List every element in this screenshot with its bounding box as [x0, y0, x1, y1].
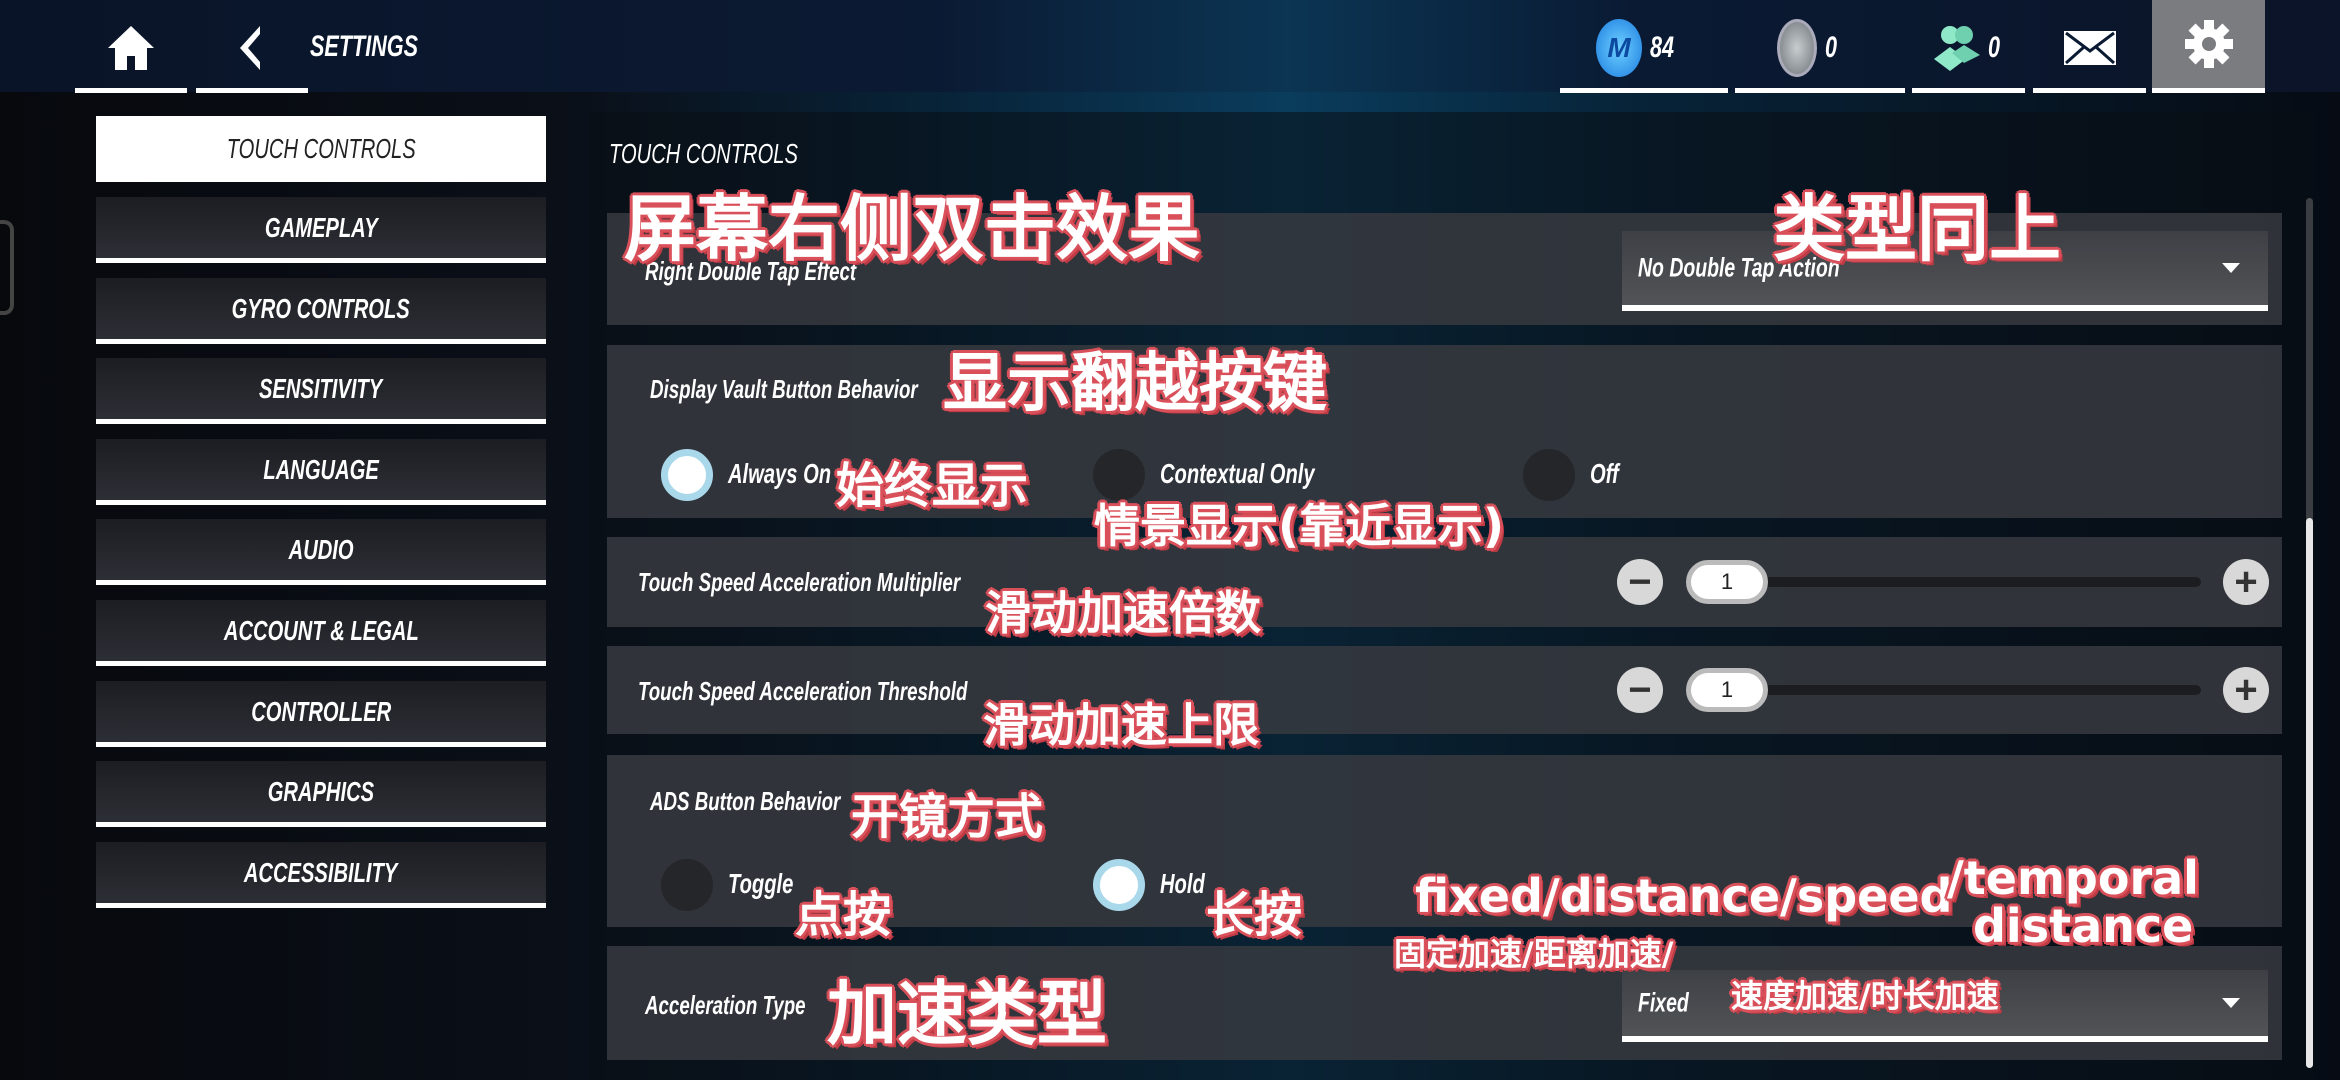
back-button[interactable] [196, 10, 308, 85]
annotation: 始终显示 [836, 458, 1029, 514]
dropdown-arrow-icon [2222, 998, 2240, 1008]
annotation: 开镜方式 [851, 789, 1044, 845]
mail-icon [2063, 30, 2116, 65]
r6-credit-balance[interactable]: 0 [1735, 10, 1905, 85]
scrollbar-thumb[interactable] [2306, 518, 2313, 1068]
radio-always-on[interactable] [661, 449, 713, 501]
dropdown-arrow-icon [2222, 263, 2240, 273]
sidebar-item-account-legal[interactable]: ACCOUNT & LEGAL [96, 600, 546, 666]
annotation: 点按 [795, 887, 892, 943]
friends-button[interactable]: 0 [1912, 10, 2025, 85]
sidebar-item-controller[interactable]: CONTROLLER [96, 681, 546, 747]
radio-off[interactable] [1523, 449, 1575, 501]
tab-underline [1912, 88, 2025, 93]
multiplier-slider-thumb[interactable]: 1 [1686, 560, 1768, 604]
sidebar-item-sensitivity[interactable]: SENSITIVITY [96, 358, 546, 424]
settings-button[interactable] [2152, 0, 2265, 88]
annotation: 屏幕右侧双击效果 [624, 187, 1201, 271]
tab-underline [2033, 88, 2146, 93]
friends-icon [1934, 25, 1980, 71]
page-title: SETTINGS [310, 30, 419, 63]
m-coin-balance[interactable]: M 84 [1560, 10, 1728, 85]
annotation: 滑动加速上限 [983, 698, 1259, 752]
tab-underline [196, 88, 308, 93]
decrease-button[interactable]: − [1617, 667, 1663, 713]
annotation: 显示翻越按键 [943, 347, 1327, 421]
gear-icon [2184, 20, 2233, 68]
radio-toggle[interactable] [661, 859, 713, 911]
radio-label-off: Off [1590, 458, 1619, 489]
m-coin-icon: M [1596, 18, 1642, 77]
home-button[interactable] [75, 10, 187, 85]
sidebar-item-accessibility[interactable]: ACCESSIBILITY [96, 842, 546, 908]
r6-credit-icon [1777, 18, 1817, 77]
tab-underline [1735, 88, 1905, 93]
increase-button[interactable]: + [2223, 559, 2269, 605]
annotation: 长按 [1206, 887, 1303, 943]
home-icon [108, 25, 154, 70]
annotation: fixed/distance/speed [1415, 869, 1953, 923]
sidebar-item-gyro-controls[interactable]: GYRO CONTROLS [96, 278, 546, 344]
tab-underline [2152, 88, 2265, 93]
annotation: 固定加速/距离加速/ [1394, 935, 1674, 973]
sidebar-item-gameplay[interactable]: GAMEPLAY [96, 197, 546, 263]
increase-button[interactable]: + [2223, 667, 2269, 713]
annotation: 加速类型 [827, 973, 1107, 1055]
annotation: distance [1973, 899, 2194, 953]
decrease-button[interactable]: − [1617, 559, 1663, 605]
sidebar-item-audio[interactable]: AUDIO [96, 519, 546, 585]
radio-label-contextual-only: Contextual Only [1160, 458, 1315, 489]
section-title: TOUCH CONTROLS [609, 138, 798, 169]
annotation: 滑动加速倍数 [985, 586, 1261, 640]
annotation: 情景显示(靠近显示) [1094, 499, 1505, 553]
sidebar-item-touch-controls[interactable]: TOUCH CONTROLS [96, 116, 546, 182]
annotation: /temporal [1947, 851, 2199, 905]
tab-underline [1560, 88, 1728, 93]
sidebar-item-graphics[interactable]: GRAPHICS [96, 761, 546, 827]
annotation: 类型同上 [1773, 187, 2062, 271]
mail-button[interactable] [2033, 10, 2146, 85]
radio-hold[interactable] [1093, 859, 1145, 911]
chevron-left-icon [240, 25, 260, 70]
tab-underline [75, 88, 187, 93]
threshold-slider-thumb[interactable]: 1 [1686, 668, 1768, 712]
sidebar-item-language[interactable]: LANGUAGE [96, 439, 546, 505]
left-edge-handle [0, 220, 14, 315]
annotation: 速度加速/时长加速 [1731, 977, 1999, 1015]
